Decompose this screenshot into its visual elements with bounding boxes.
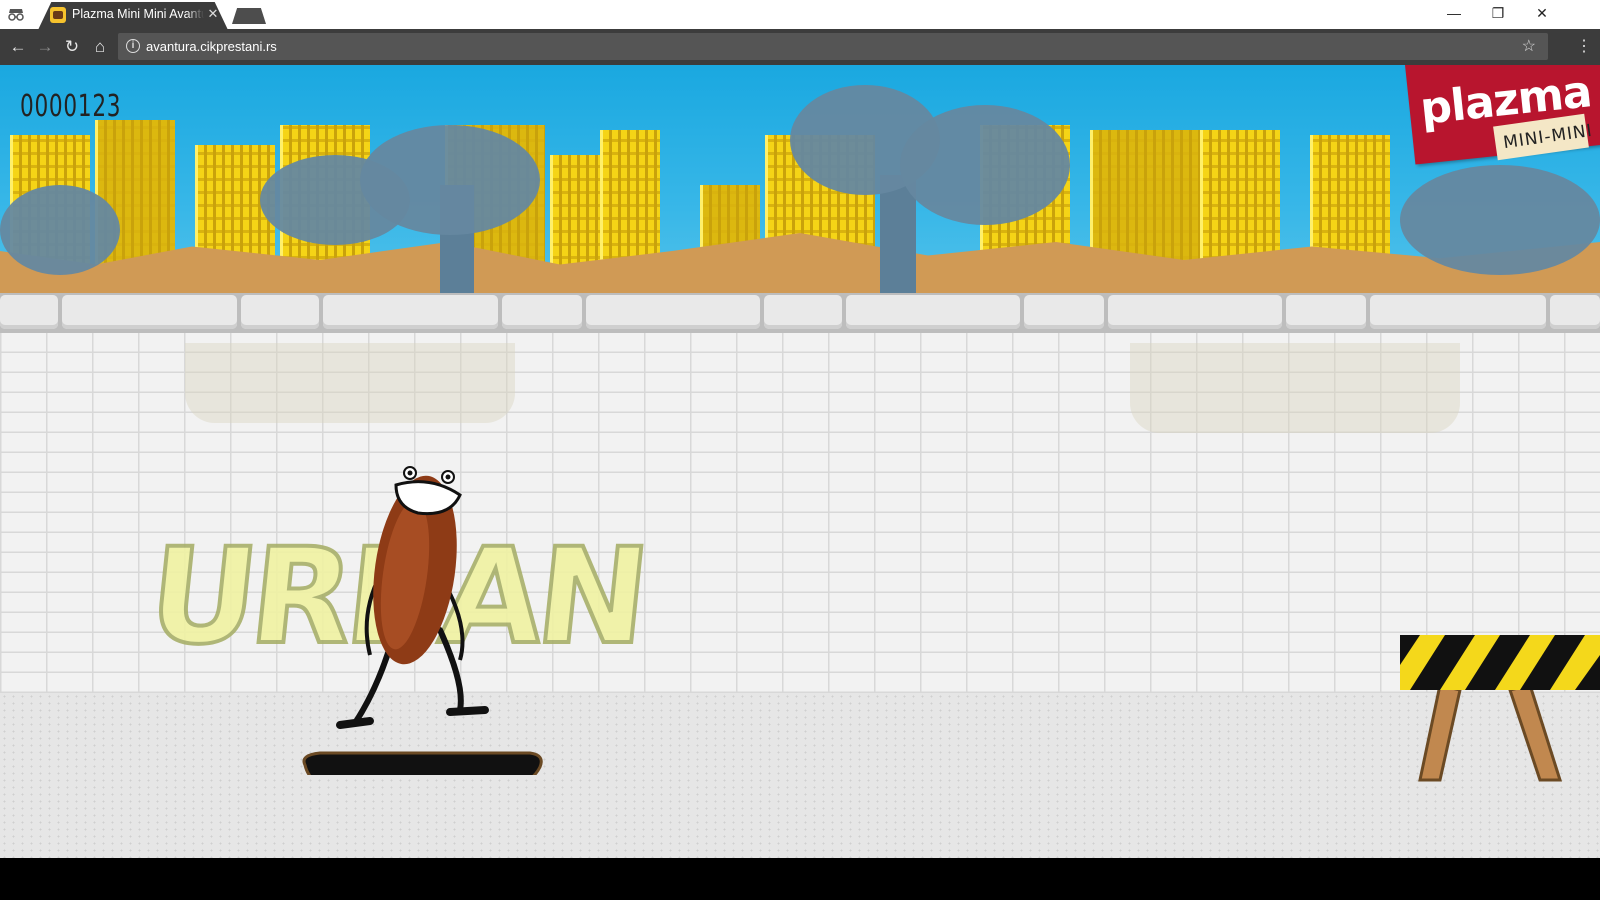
tab-title[interactable]: Plazma Mini Mini Avantura: [72, 7, 204, 23]
plazma-favicon-icon: [50, 7, 66, 23]
tree-canopy: [0, 185, 120, 275]
incognito-icon: [6, 6, 26, 24]
window-restore-button[interactable]: ❐: [1476, 0, 1520, 29]
tree-canopy: [1400, 165, 1600, 275]
cap-stone: [764, 295, 842, 329]
address-bar[interactable]: i avantura.cikprestani.rs ☆: [118, 33, 1548, 60]
cap-stone: [62, 295, 237, 329]
browser-toolbar: ← → ↻ ⌂ i avantura.cikprestani.rs ☆ ⋮: [0, 29, 1600, 65]
window-minimize-button[interactable]: —: [1432, 0, 1476, 29]
cap-stone: [846, 295, 1020, 329]
tab-strip: Plazma Mini Mini Avantura ✕ — ❐ ✕: [0, 0, 1600, 30]
reload-icon[interactable]: ↻: [60, 35, 84, 59]
tab-close-icon[interactable]: ✕: [206, 6, 220, 22]
cap-stone: [1286, 295, 1366, 329]
game-canvas[interactable]: URBAN: [0, 65, 1600, 858]
tree-canopy: [360, 125, 540, 235]
site-info-icon[interactable]: i: [126, 39, 140, 53]
score-counter: 0000123: [20, 89, 122, 124]
cap-stone: [1108, 295, 1282, 329]
url-text[interactable]: avantura.cikprestani.rs: [146, 39, 277, 54]
wall-cap: [0, 293, 1600, 333]
wall-stain: [1130, 343, 1460, 433]
browser-menu-icon[interactable]: ⋮: [1576, 35, 1592, 59]
home-icon[interactable]: ⌂: [88, 35, 112, 59]
plazma-cookie-character[interactable]: [300, 455, 560, 775]
pavement-ground: [0, 693, 1600, 858]
bookmark-star-icon[interactable]: ☆: [1522, 36, 1536, 56]
window-close-button[interactable]: ✕: [1520, 0, 1564, 29]
forward-arrow-icon[interactable]: →: [33, 35, 57, 59]
tree-canopy: [900, 105, 1070, 225]
cap-stone: [241, 295, 319, 329]
back-arrow-icon[interactable]: ←: [6, 35, 30, 59]
cap-stone: [323, 295, 498, 329]
cap-stone: [586, 295, 760, 329]
cap-stone: [0, 295, 58, 329]
cap-stone: [502, 295, 582, 329]
cap-stone: [1370, 295, 1546, 329]
cap-stone: [1550, 295, 1600, 329]
wall-stain: [185, 343, 515, 423]
new-tab-button[interactable]: [232, 8, 266, 24]
cap-stone: [1024, 295, 1104, 329]
construction-barrier: [1400, 635, 1600, 782]
